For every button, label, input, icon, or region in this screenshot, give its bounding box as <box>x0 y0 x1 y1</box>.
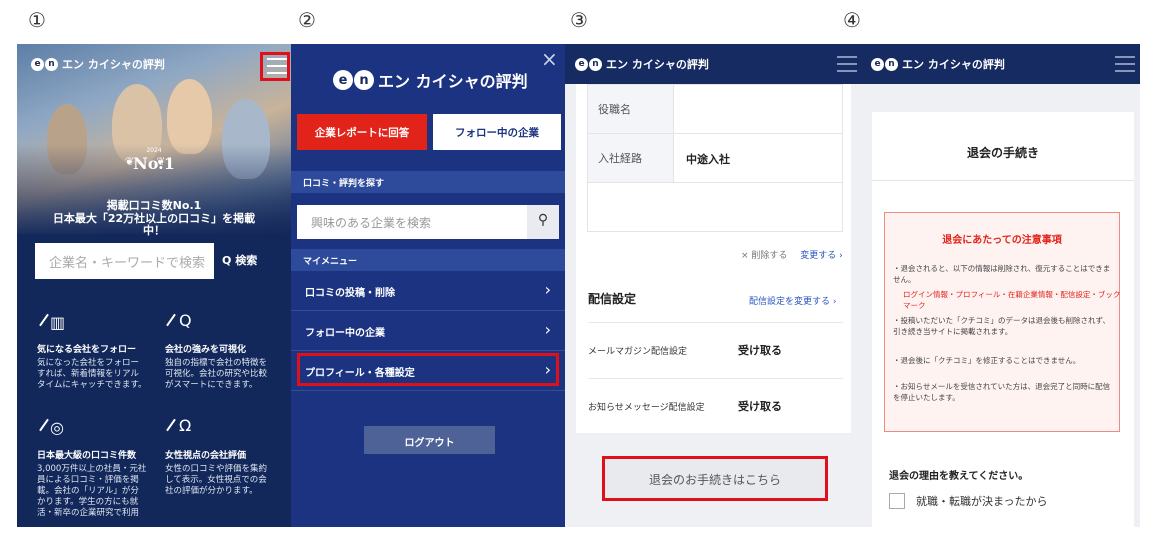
company-search-input[interactable]: 企業名・キーワードで検索 <box>35 243 214 279</box>
search-button-label: 検索 <box>235 254 258 267</box>
menu-item-label: 口コミの投稿・削除 <box>305 288 395 299</box>
screen-withdraw: en エン カイシャの評判 退会の手続き 退会にあたっての注意事項 ・退会される… <box>861 44 1140 527</box>
company-search-input[interactable]: 興味のある企業を検索 <box>297 205 527 239</box>
setting-label: メールマガジン配信設定 <box>588 347 688 357</box>
delete-link[interactable]: × 削除する <box>741 251 787 261</box>
hamburger-menu-icon[interactable] <box>837 56 857 72</box>
change-delivery-link[interactable]: 配信設定を変更する › <box>749 294 836 307</box>
laurel-icon: ❦❦ <box>125 155 188 168</box>
reason-question: 退会の理由を教えてください。 <box>889 471 1029 482</box>
hamburger-menu-icon[interactable] <box>1115 56 1135 72</box>
hero-headline-3: 中！ <box>143 224 165 237</box>
no1-badge: ❦❦ 2024 No.1 <box>125 147 179 177</box>
setting-row-notice: お知らせメッセージ配信設定 受け取る <box>588 378 843 434</box>
site-logo[interactable]: en エン カイシャの評判 <box>333 68 528 92</box>
site-logo[interactable]: en エン カイシャの評判 <box>31 56 165 72</box>
chevron-right-icon: › <box>544 280 551 299</box>
screen-settings: en エン カイシャの評判 役職名 入社経路 中途入社 × 削除する 変更する … <box>565 44 861 527</box>
setting-row-newsletter: メールマガジン配信設定 受け取る <box>588 322 843 378</box>
feature-desc-follow: 気になった会社をフォローすれば、新着情報をリアルタイムにキャッチできます。 <box>37 358 147 390</box>
header-bar: en エン カイシャの評判 <box>565 44 861 84</box>
feature-slash <box>166 418 176 432</box>
chevron-right-icon: › <box>544 320 551 339</box>
profile-table: 役職名 入社経路 中途入社 <box>587 84 843 232</box>
delivery-settings-card: 配信設定 配信設定を変更する › メールマガジン配信設定 受け取る お知らせメッ… <box>576 266 851 433</box>
logo-text: エン カイシャの評判 <box>606 58 709 71</box>
feature-slash <box>166 313 176 327</box>
menu-item-following[interactable]: フォロー中の企業 › <box>291 311 565 351</box>
step-number-2: ② <box>298 8 316 32</box>
delivery-settings-title: 配信設定 <box>588 292 637 306</box>
notice-line: ・投稿いただいた「クチコミ」のデータは退会後も削除されず、引き続き当サイトに掲載… <box>893 316 1110 336</box>
notice-box: 退会にあたっての注意事項 ・退会されると、以下の情報は削除され、復元することはで… <box>884 212 1120 432</box>
withdraw-card: 退会の手続き 退会にあたっての注意事項 ・退会されると、以下の情報は削除され、復… <box>872 112 1134 527</box>
notice-title: 退会にあたっての注意事項 <box>942 235 1062 246</box>
menu-item-post-delete[interactable]: 口コミの投稿・削除 › <box>291 271 565 311</box>
notice-line: ・退会されると、以下の情報は削除され、復元することはできません。 <box>893 264 1111 284</box>
notice-line: ・お知らせメールを受信されていた方は、退会完了と同時に配信を停止いたします。 <box>893 382 1111 402</box>
search-icon[interactable]: ⚲ <box>527 205 559 239</box>
divider <box>872 180 1134 181</box>
feature-title-reviews: 日本最大級の口コミ件数 <box>37 451 137 461</box>
header-bar: en エン カイシャの評判 <box>861 44 1140 84</box>
step-number-4: ④ <box>843 8 861 32</box>
hero-headline-1: 掲載口コミ数No.1 <box>106 199 202 212</box>
logo-mark-icon: en <box>871 57 898 71</box>
notice-line: ・退会後に「クチコミ」を修正することはできません。 <box>893 356 1081 365</box>
reason-option-label[interactable]: 就職・転職が決まったから <box>916 493 1048 509</box>
search-button[interactable]: Q 検索 <box>214 243 270 279</box>
following-companies-button[interactable]: フォロー中の企業 <box>433 114 561 150</box>
withdraw-button[interactable]: 退会のお手続きはこちら <box>602 456 828 501</box>
highlight-menu-box <box>260 52 290 81</box>
row-label-entry-route: 入社経路 <box>588 134 674 182</box>
feature-title-visualize: 会社の強みを可視化 <box>165 345 247 355</box>
screen-top-page: en エン カイシャの評判 ❦❦ 2024 No.1 掲載口コミ数No.1 日本… <box>17 44 291 527</box>
menu-item-label: フォロー中の企業 <box>305 328 385 339</box>
section-header-search: 口コミ・評判を探す <box>291 171 565 193</box>
feature-desc-visualize: 独自の指標で会社の特徴を可視化。会社の研究や比較がスマートにできます。 <box>165 358 268 390</box>
chat-icon: Ω <box>179 416 192 435</box>
logo-mark-icon: en <box>575 57 602 71</box>
logo-mark-icon: en <box>31 57 58 71</box>
profile-actions: × 削除する 変更する › <box>741 248 843 261</box>
site-logo[interactable]: en エン カイシャの評判 <box>871 56 1005 72</box>
setting-value: 受け取る <box>738 400 782 413</box>
logo-text: エン カイシャの評判 <box>62 58 165 71</box>
logo-text: エン カイシャの評判 <box>902 58 1005 71</box>
step-number-1: ① <box>28 8 46 32</box>
row-value-entry-route: 中途入社 <box>686 153 730 166</box>
close-icon[interactable]: × <box>541 47 558 71</box>
search-icon: Q <box>222 254 232 267</box>
step-number-3: ③ <box>570 8 588 32</box>
logout-button[interactable]: ログアウト <box>364 426 495 454</box>
logo-mark-icon: en <box>333 70 374 90</box>
feature-desc-women: 女性の口コミや評価を集約して表示。女性視点での会社の評価が分かります。 <box>165 464 268 496</box>
feature-title-women: 女性視点の会社評価 <box>165 451 247 461</box>
feature-desc-reviews: 3,000万件以上の社員・元社員による口コミ・評価を掲載。会社の「リアル」が分か… <box>37 464 147 518</box>
company-report-button[interactable]: 企業レポートに回答 <box>297 114 427 150</box>
row-label-position: 役職名 <box>588 85 674 133</box>
logo-text: エン カイシャの評判 <box>378 72 528 91</box>
screen-menu: × en エン カイシャの評判 企業レポートに回答 フォロー中の企業 口コミ・評… <box>291 44 565 527</box>
table-row: 入社経路 中途入社 <box>588 134 842 183</box>
section-header-mymenu: マイメニュー <box>291 249 565 271</box>
table-row: 役職名 <box>588 85 842 134</box>
profile-card: 役職名 入社経路 中途入社 × 削除する 変更する › <box>576 84 851 279</box>
reason-checkbox[interactable] <box>889 493 905 509</box>
speech-icon: ◎ <box>50 418 64 437</box>
setting-label: お知らせメッセージ配信設定 <box>588 403 705 413</box>
feature-title-follow: 気になる会社をフォロー <box>37 345 137 355</box>
highlight-profile-box <box>297 353 559 386</box>
feature-slash <box>39 418 49 432</box>
change-link[interactable]: 変更する › <box>800 251 842 261</box>
feature-slash <box>39 313 49 327</box>
search-icon: Q <box>179 311 192 330</box>
notice-line-deleted-items: ログイン情報・プロフィール・在籍企業情報・配信設定・ブックマーク <box>903 290 1121 310</box>
building-icon: ▥ <box>50 313 66 332</box>
page-title: 退会の手続き <box>966 146 1039 160</box>
badge-year: 2024 <box>146 147 162 154</box>
setting-value: 受け取る <box>738 344 782 357</box>
site-logo[interactable]: en エン カイシャの評判 <box>575 56 709 72</box>
